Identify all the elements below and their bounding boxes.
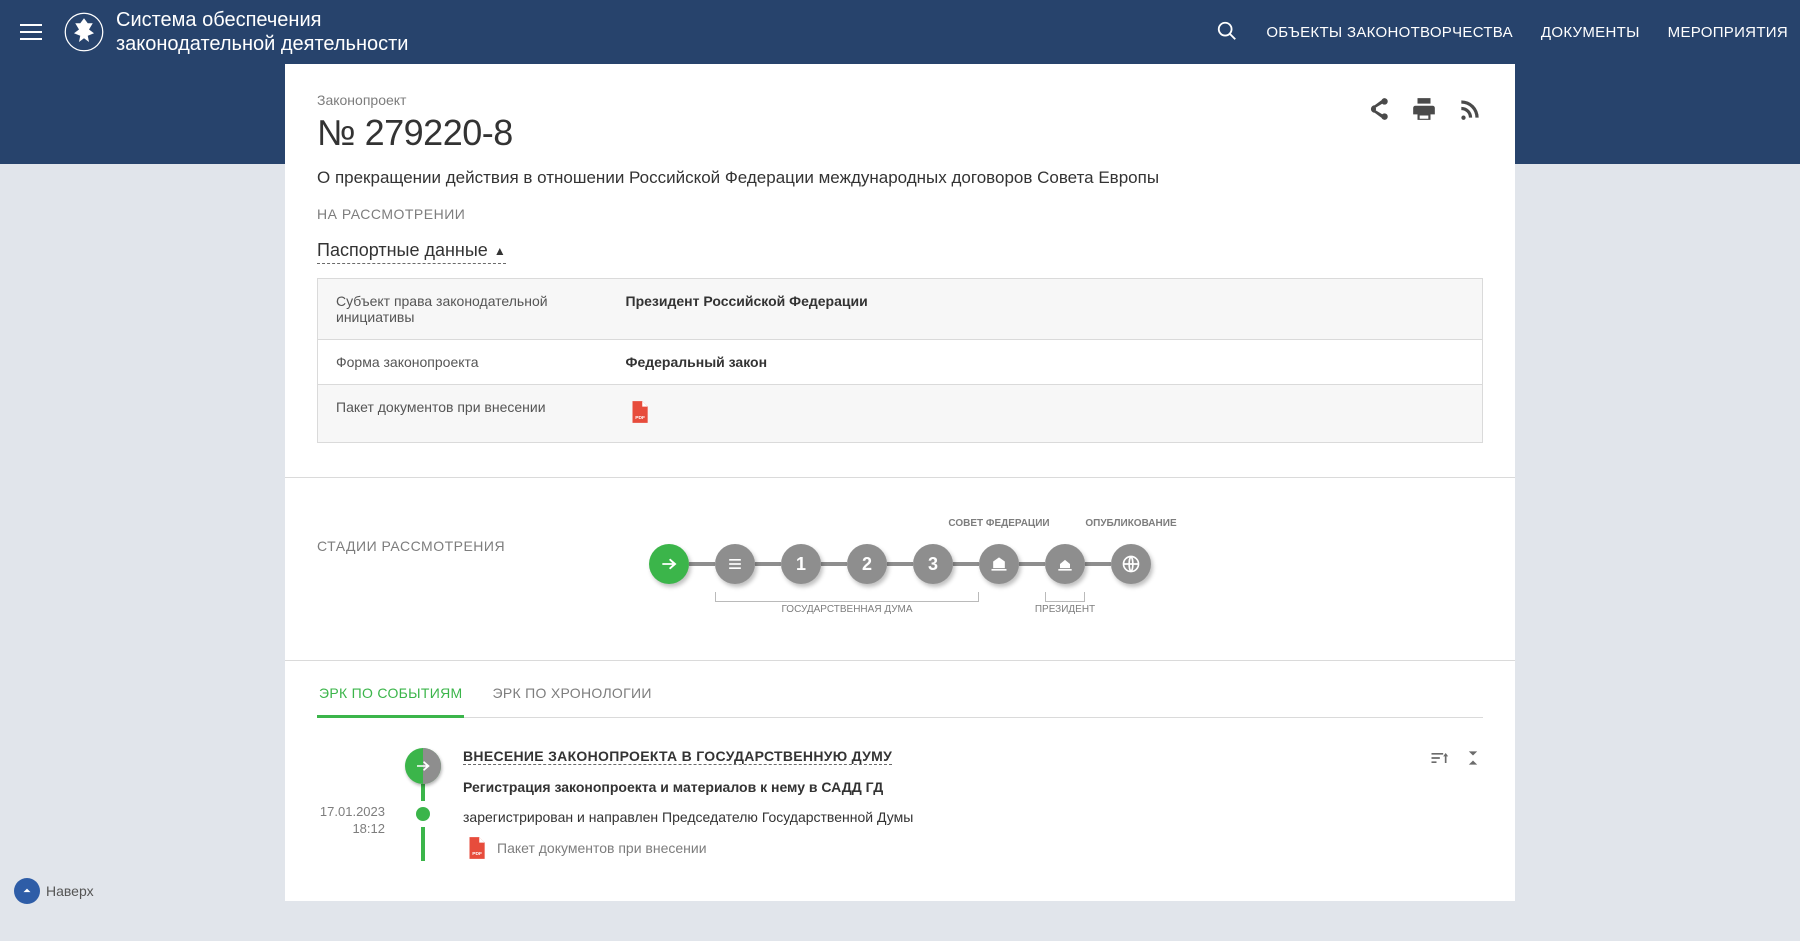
event-pdf-icon[interactable]: PDF: [463, 835, 489, 861]
card-actions: [1365, 96, 1483, 122]
svg-text:PDF: PDF: [635, 415, 645, 421]
event-row: 17.01.2023 18:12 ВНЕСЕНИЕ ЗАКОНОПРОЕКТА …: [317, 748, 1483, 861]
stage-prez-label: ПРЕЗИДЕНТ: [1025, 604, 1105, 615]
stages-track: 1 2 3 СОВЕТ ФЕДЕРАЦИИ ОПУБЛИКОВАНИЕ: [649, 518, 1151, 584]
bill-status: НА РАССМОТРЕНИИ: [317, 206, 1483, 222]
tab-by-events[interactable]: ЭРК ПО СОБЫТИЯМ: [317, 685, 464, 718]
event-subtitle: Регистрация законопроекта и материалов к…: [463, 779, 1483, 795]
site-title-line1: Система обеспечения: [116, 8, 408, 32]
stage-reading-2[interactable]: 2: [847, 544, 887, 584]
passport-form-val: Федеральный закон: [608, 340, 1483, 385]
rss-icon[interactable]: [1457, 96, 1483, 122]
event-date: 17.01.2023: [317, 804, 385, 821]
stages-section: СТАДИИ РАССМОТРЕНИЯ 1 2 3 СОВЕТ ФЕДЕРАЦИ…: [285, 477, 1515, 614]
stage-reading-1[interactable]: 1: [781, 544, 821, 584]
pdf-icon[interactable]: PDF: [626, 399, 652, 425]
passport-row-form: Форма законопроекта Федеральный закон: [318, 340, 1483, 385]
stages-label: СТАДИИ РАССМОТРЕНИЯ: [317, 538, 505, 554]
menu-button[interactable]: [12, 11, 50, 53]
stage-publ-label: ОПУБЛИКОВАНИЕ: [1085, 518, 1176, 529]
stage-reading-3[interactable]: 3: [913, 544, 953, 584]
bill-number: № 279220-8: [317, 112, 1483, 154]
back-to-top[interactable]: Наверх: [14, 878, 94, 904]
bill-kind: Законопроект: [317, 92, 1483, 108]
stage-publication[interactable]: ОПУБЛИКОВАНИЕ: [1111, 544, 1151, 584]
search-icon[interactable]: [1216, 20, 1238, 45]
stage-president[interactable]: [1045, 544, 1085, 584]
event-text: зарегистрирован и направлен Председателю…: [463, 809, 1483, 825]
stage-intro[interactable]: [649, 544, 689, 584]
nav-documents[interactable]: ДОКУМЕНТЫ: [1541, 24, 1640, 41]
collapse-icon[interactable]: [1463, 748, 1483, 768]
svg-text:PDF: PDF: [472, 851, 482, 857]
passport-form-key: Форма законопроекта: [318, 340, 608, 385]
share-icon[interactable]: [1365, 96, 1391, 122]
bill-description: О прекращении действия в отношении Росси…: [317, 168, 1483, 188]
print-icon[interactable]: [1411, 96, 1437, 122]
event-doc-label[interactable]: Пакет документов при внесении: [497, 840, 707, 856]
site-title: Система обеспечения законодательной деят…: [116, 8, 408, 56]
events-list: 17.01.2023 18:12 ВНЕСЕНИЕ ЗАКОНОПРОЕКТА …: [285, 718, 1515, 861]
caret-up-icon: ▲: [494, 244, 506, 258]
event-title[interactable]: ВНЕСЕНИЕ ЗАКОНОПРОЕКТА В ГОСУДАРСТВЕННУЮ…: [463, 748, 892, 765]
passport-subject-val: Президент Российской Федерации: [608, 279, 1483, 340]
tab-by-chrono[interactable]: ЭРК ПО ХРОНОЛОГИИ: [490, 685, 653, 717]
stage-sovfed-label: СОВЕТ ФЕДЕРАЦИИ: [948, 518, 1049, 529]
bill-card: Законопроект № 279220-8 О прекращении де…: [285, 64, 1515, 901]
passport-pack-key: Пакет документов при внесении: [318, 385, 608, 443]
back-to-top-label: Наверх: [46, 883, 94, 899]
event-stage-icon: [405, 748, 441, 784]
passport-table: Субъект права законодательной инициативы…: [317, 278, 1483, 443]
chevron-up-icon: [14, 878, 40, 904]
stage-sovfed[interactable]: СОВЕТ ФЕДЕРАЦИИ: [979, 544, 1019, 584]
event-time: 18:12: [317, 821, 385, 838]
sort-icon[interactable]: [1429, 748, 1449, 768]
passport-row-pack: Пакет документов при внесении PDF: [318, 385, 1483, 443]
passport-toggle[interactable]: Паспортные данные ▲: [317, 240, 506, 264]
stage-committee[interactable]: [715, 544, 755, 584]
crest-icon: [64, 12, 104, 52]
site-title-line2: законодательной деятельности: [116, 32, 408, 56]
passport-toggle-label: Паспортные данные: [317, 240, 488, 261]
app-header: Система обеспечения законодательной деят…: [0, 0, 1800, 64]
nav-events[interactable]: МЕРОПРИЯТИЯ: [1668, 24, 1788, 41]
passport-subject-key: Субъект права законодательной инициативы: [318, 279, 608, 340]
stage-duma-label: ГОСУДАРСТВЕННАЯ ДУМА: [715, 604, 979, 615]
tabs-section: ЭРК ПО СОБЫТИЯМ ЭРК ПО ХРОНОЛОГИИ: [285, 660, 1515, 718]
nav-objects[interactable]: ОБЪЕКТЫ ЗАКОНОТВОРЧЕСТВА: [1266, 24, 1513, 41]
event-dot: [416, 807, 430, 821]
passport-row-subject: Субъект права законодательной инициативы…: [318, 279, 1483, 340]
